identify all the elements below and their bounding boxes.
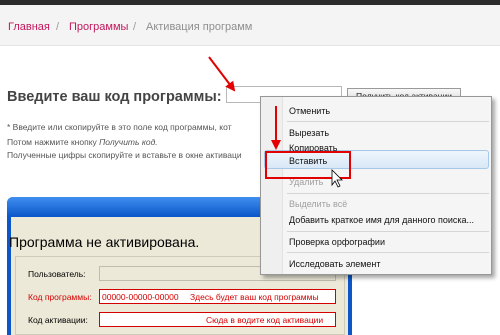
- annotation-arrows: [208, 56, 343, 188]
- arrow-to-code-input: [208, 56, 236, 92]
- mouse-cursor-icon: [331, 169, 343, 188]
